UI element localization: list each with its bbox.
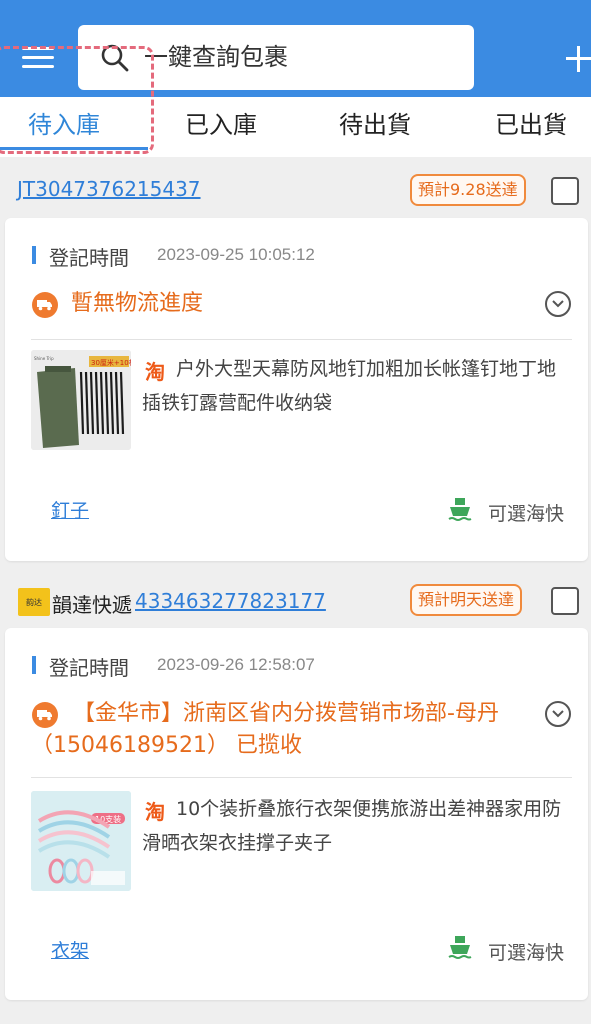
logistics-status: 暫無物流進度 <box>71 291 204 316</box>
tab-pending-inbound[interactable]: 待入庫 <box>28 107 100 143</box>
register-marker <box>32 656 36 674</box>
product-image[interactable]: 30厘米+10根 Shine Trip <box>31 350 131 450</box>
package-note-link[interactable]: 衣架 <box>51 936 89 963</box>
tracking-number-link[interactable]: 433463277823177 <box>135 589 326 613</box>
register-label: 登記時間 <box>49 656 129 680</box>
carrier-logo: 韵达 <box>18 588 50 616</box>
chevron-down-icon[interactable] <box>545 291 571 317</box>
register-time: 2023-09-25 10:05:12 <box>157 245 315 264</box>
truck-icon <box>32 292 58 318</box>
chevron-down-icon[interactable] <box>545 701 571 727</box>
search-input[interactable] <box>144 37 464 77</box>
register-time: 2023-09-26 12:58:07 <box>157 655 315 674</box>
package-checkbox[interactable] <box>551 177 579 205</box>
logistics-status: 【金华市】浙南区省内分拨营销市场部-母丹（15046189521） 已揽收 <box>31 701 499 758</box>
hanger-image: 10支装 <box>31 791 131 891</box>
svg-text:30厘米+10根: 30厘米+10根 <box>91 358 131 367</box>
tab-inbound[interactable]: 已入庫 <box>185 107 257 143</box>
shipping-option[interactable]: 可選海快 <box>488 499 564 526</box>
package-header: JT3047376215437 預計9.28送達 <box>0 162 591 220</box>
svg-text:Shine Trip: Shine Trip <box>34 356 54 361</box>
carrier-name: 韻達快遞 <box>52 593 132 617</box>
divider <box>31 777 572 778</box>
product-image[interactable]: 10支装 <box>31 791 131 891</box>
register-label: 登記時間 <box>49 246 129 270</box>
eta-badge: 預計9.28送達 <box>410 174 526 206</box>
search-icon <box>101 44 129 72</box>
product-title[interactable]: 10个装折叠旅行衣架便携旅游出差神器家用防滑晒衣架衣挂撑子夹子 <box>142 792 572 860</box>
package-checkbox[interactable] <box>551 587 579 615</box>
active-tab-indicator <box>0 147 148 150</box>
register-marker <box>32 246 36 264</box>
ship-icon <box>448 934 472 960</box>
package-header: 韵达 韻達快遞 433463277823177 預計明天送達 <box>0 572 591 630</box>
status-tabs: 待入庫 已入庫 待出貨 已出貨 <box>0 97 591 157</box>
tab-pending-outbound[interactable]: 待出貨 <box>339 107 411 143</box>
package-card[interactable]: 登記時間 2023-09-26 12:58:07 【金华市】浙南区省内分拨营销市… <box>5 628 588 1000</box>
menu-icon[interactable] <box>22 47 54 69</box>
tent-peg-bag-image: 30厘米+10根 Shine Trip <box>31 350 131 450</box>
plus-icon[interactable] <box>566 44 591 74</box>
eta-badge: 預計明天送達 <box>410 584 523 616</box>
ship-icon <box>448 496 472 522</box>
shipping-option[interactable]: 可選海快 <box>488 938 564 965</box>
package-card[interactable]: 登記時間 2023-09-25 10:05:12 暫無物流進度 30厘米+10根… <box>5 218 588 561</box>
tracking-number-link[interactable]: JT3047376215437 <box>17 177 201 201</box>
tab-outbound[interactable]: 已出貨 <box>495 107 567 143</box>
divider <box>31 339 572 340</box>
product-title[interactable]: 户外大型天幕防风地钉加粗加长帐篷钉地丁地插铁钉露营配件收纳袋 <box>142 352 572 420</box>
app-header <box>0 0 591 97</box>
search-box[interactable] <box>78 25 474 90</box>
package-note-link[interactable]: 釘子 <box>51 496 89 523</box>
